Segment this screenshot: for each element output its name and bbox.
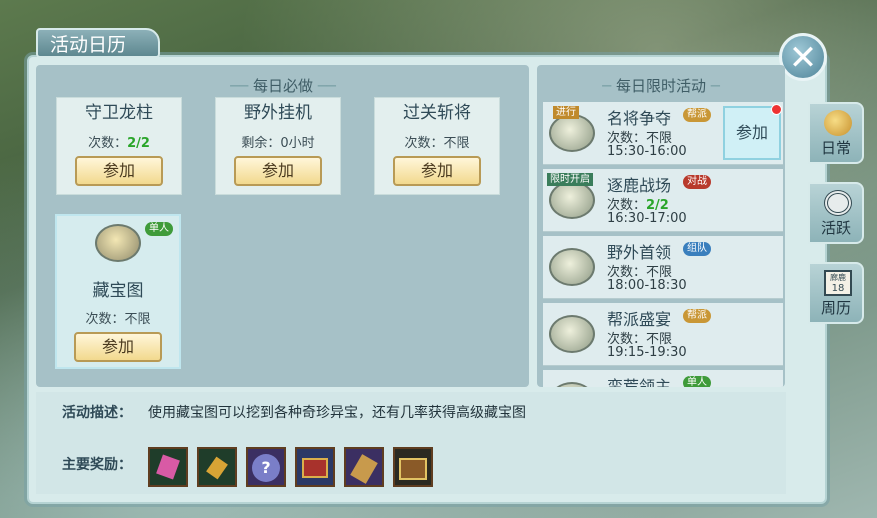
solo-tag: 单人 — [683, 376, 711, 387]
solo-tag: 单人 — [145, 222, 173, 236]
activity-card-guard-pillar: 守卫龙柱 次数：2/2 参加 — [56, 97, 182, 195]
row-name: 蛮荒领主 — [607, 377, 672, 387]
row-time: 16:30-17:00 — [607, 211, 687, 226]
close-button[interactable]: ✕ — [779, 33, 827, 81]
timed-row-famous-general[interactable]: 进行 名将争夺 帮派 次数：不限 15:30-16:00 参加 — [543, 102, 783, 165]
card-title: 过关斩将 — [403, 103, 471, 123]
join-button[interactable]: 参加 — [723, 106, 781, 160]
card-count: 剩余：0小时 — [241, 136, 315, 151]
row-name: 野外首领 — [607, 243, 672, 262]
row-name: 帮派盛宴 — [607, 310, 672, 329]
helmet-icon — [549, 114, 595, 152]
activity-card-treasure-map[interactable]: 单人 藏宝图 次数：不限 参加 — [55, 214, 181, 369]
calendar-icon: 廊鹿 18 — [824, 270, 852, 296]
activity-card-afk: 野外挂机 剩余：0小时 参加 — [215, 97, 341, 195]
red-chest-icon[interactable] — [295, 447, 335, 487]
feast-bowl-icon — [549, 315, 595, 353]
description-label: 活动描述： — [62, 405, 132, 421]
tab-weekly[interactable]: 廊鹿 18 周历 — [808, 262, 864, 324]
activity-detail-area: 活动描述： 使用藏宝图可以挖到各种奇珍异宝，还有几率获得高级藏宝图 主要奖励： … — [36, 392, 786, 494]
team-tag: 组队 — [683, 242, 711, 256]
activity-card-stages: 过关斩将 次数：不限 参加 — [374, 97, 500, 195]
row-time: 18:00-18:30 — [607, 278, 687, 293]
join-button[interactable]: 参加 — [393, 156, 481, 186]
row-time: 15:30-16:00 — [607, 144, 687, 159]
pvp-tag: 对战 — [683, 175, 711, 189]
tab-label: 日常 — [820, 139, 851, 157]
sword-icon — [549, 181, 595, 219]
wolf-icon — [549, 248, 595, 286]
timed-header-text: 每日限时活动 — [615, 77, 706, 95]
guild-tag: 帮派 — [683, 309, 711, 323]
card-title: 守卫龙柱 — [85, 103, 153, 123]
window-title: 活动日历 — [36, 28, 160, 58]
join-button[interactable]: 参加 — [234, 156, 322, 186]
timed-row-wild-lord[interactable]: 蛮荒领主 单人 — [543, 370, 783, 387]
daily-icon — [824, 110, 852, 136]
treasure-map-icon — [95, 224, 141, 262]
join-button[interactable]: 参加 — [74, 332, 162, 362]
close-icon: ✕ — [788, 38, 818, 78]
card-count: 次数：不限 — [85, 312, 151, 327]
status-ribbon: 限时开启 — [547, 173, 593, 186]
card-count: 次数：2/2 — [88, 136, 150, 151]
card-count: 次数：不限 — [404, 136, 470, 151]
tab-activity[interactable]: 活跃 — [808, 182, 864, 244]
daily-activities-area: ── 每日必做 ── 守卫龙柱 次数：2/2 参加 野外挂机 剩余：0小时 参加… — [36, 65, 529, 387]
card-title: 野外挂机 — [244, 103, 312, 123]
tab-label: 活跃 — [820, 219, 851, 237]
daily-header-text: 每日必做 — [252, 77, 313, 95]
status-ribbon: 进行 — [553, 106, 579, 119]
timed-activities-area: ─ 每日限时活动 ─ 进行 名将争夺 帮派 次数：不限 15:30-16:00 … — [537, 65, 785, 387]
gold-gem-icon[interactable] — [197, 447, 237, 487]
join-button[interactable]: 参加 — [75, 156, 163, 186]
reward-label: 主要奖励： — [62, 457, 132, 473]
lord-icon — [549, 382, 595, 387]
pink-crystal-icon[interactable] — [148, 447, 188, 487]
row-name: 逐鹿战场 — [607, 176, 672, 195]
mystery-orb-icon[interactable]: ? — [246, 447, 286, 487]
timed-row-guild-feast[interactable]: 帮派盛宴 帮派 次数：不限 19:15-19:30 — [543, 303, 783, 366]
timed-section-header: ─ 每日限时活动 ─ — [602, 77, 720, 95]
row-name: 名将争夺 — [607, 109, 672, 128]
notification-dot — [771, 104, 782, 115]
card-title: 藏宝图 — [92, 281, 144, 301]
scroll-icon[interactable] — [344, 447, 384, 487]
calendar-month: 廊鹿 — [830, 273, 846, 282]
target-icon — [824, 190, 852, 216]
tab-label: 周历 — [820, 299, 851, 317]
tab-daily[interactable]: 日常 — [808, 102, 864, 164]
description-text: 使用藏宝图可以挖到各种奇珍异宝，还有几率获得高级藏宝图 — [148, 405, 526, 421]
daily-section-header: ── 每日必做 ── — [230, 77, 336, 95]
timed-row-battlefield[interactable]: 限时开启 逐鹿战场 对战 次数：2/2 16:30-17:00 — [543, 169, 783, 232]
row-time: 19:15-19:30 — [607, 345, 687, 360]
guild-tag: 帮派 — [683, 108, 711, 122]
timed-row-field-boss[interactable]: 野外首领 组队 次数：不限 18:00-18:30 — [543, 236, 783, 299]
treasure-chest-icon[interactable] — [393, 447, 433, 487]
calendar-day: 18 — [831, 283, 845, 294]
